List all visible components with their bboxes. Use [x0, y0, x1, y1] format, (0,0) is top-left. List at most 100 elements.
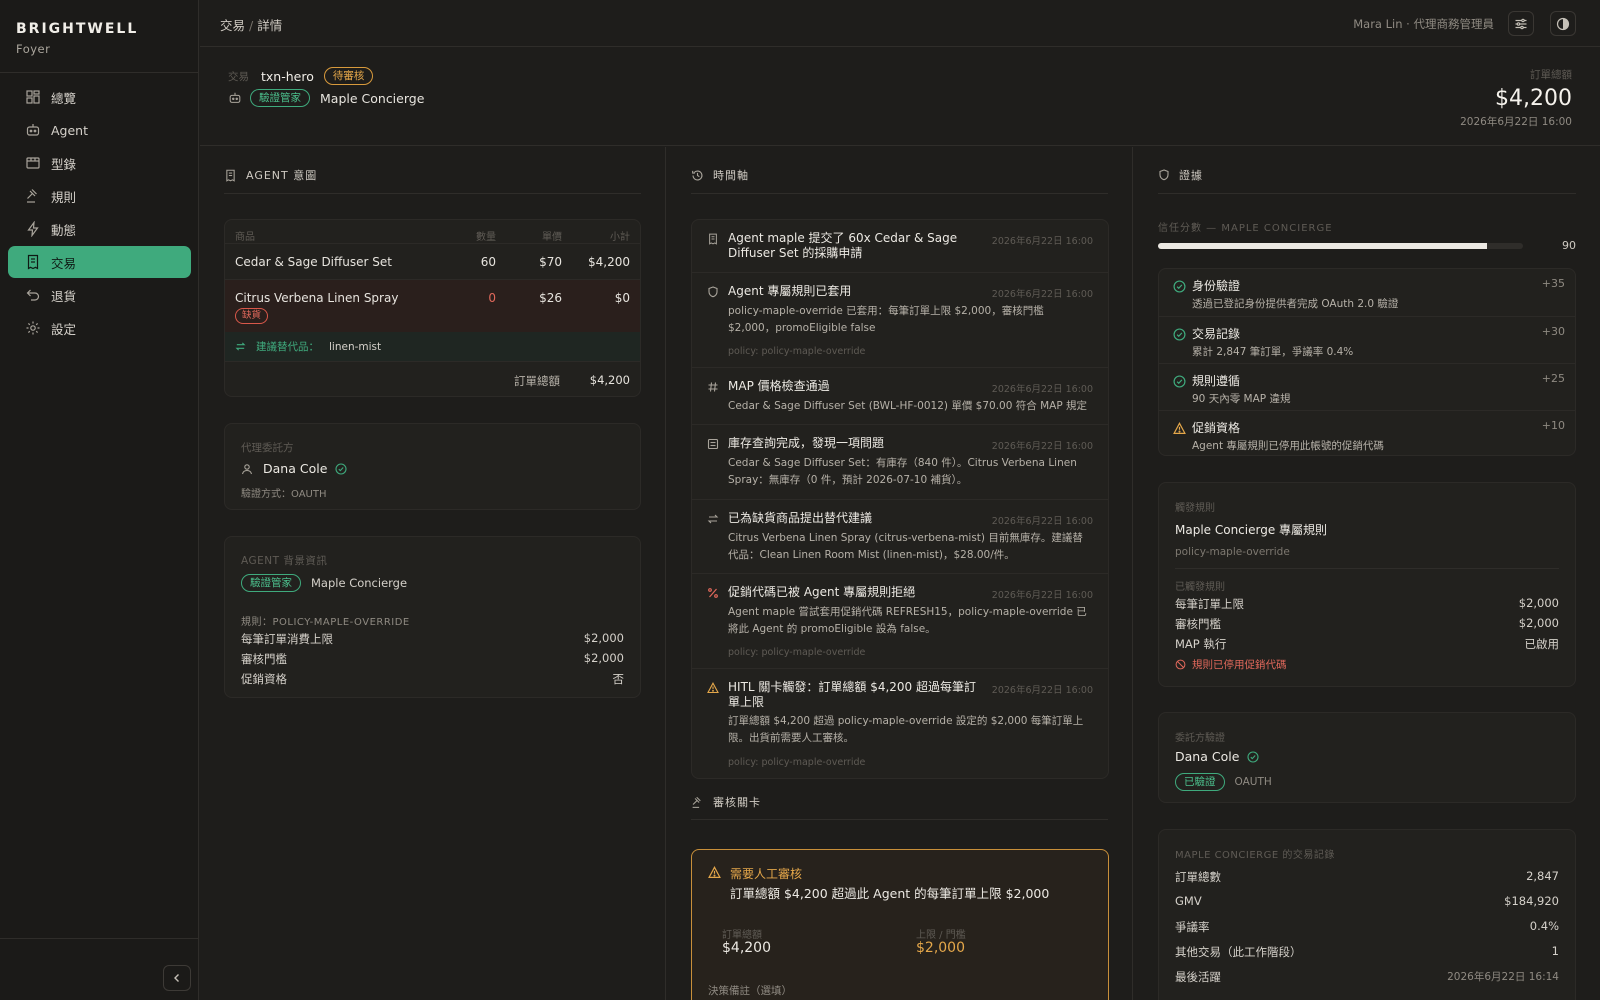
filter-settings-button[interactable] — [1508, 11, 1534, 36]
timeline-item-policy: policy: policy-maple-override — [728, 757, 866, 768]
verified-badge: 已驗證 — [1175, 773, 1225, 791]
order-total-summary: 訂單總額 $4,200 2026年6月22日 16:00 — [1460, 67, 1572, 129]
user-icon — [241, 463, 253, 475]
brand-subtitle: Foyer — [16, 42, 51, 56]
timeline-item[interactable]: 已為缺貨商品提出替代建議 2026年6月22日 16:00 Citrus Ver… — [692, 499, 1108, 573]
timeline-item[interactable]: Agent 專屬規則已套用 2026年6月22日 16:00 policy-ma… — [692, 272, 1108, 367]
history-icon — [691, 169, 713, 182]
trust-factor-points: +30 — [1541, 325, 1565, 338]
timeline-item-description: Cedar & Sage Diffuser Set (BWL-HF-0012) … — [728, 400, 1087, 412]
subtotal: $4,200 — [588, 255, 630, 269]
sidebar-item-catalog[interactable]: 型錄 — [8, 147, 191, 179]
sidebar-item-activity[interactable]: 動態 — [8, 213, 191, 245]
timeline-item[interactable]: HITL 關卡觸發：訂單總額 $4,200 超過每筆訂單上限 2026年6月22… — [692, 668, 1108, 780]
timeline-item-title: HITL 關卡觸發：訂單總額 $4,200 超過每筆訂單上限 — [728, 680, 977, 709]
collapse-sidebar-button[interactable] — [163, 965, 191, 991]
principal-verification-card: 委託方驗證 Dana Cole 已驗證 OAUTH — [1158, 712, 1576, 803]
trust-factor: 交易記錄 累計 2,847 筆訂單，爭議率 0.4% +30 — [1159, 316, 1575, 363]
history-row: 訂單總數 2,847 — [1175, 869, 1559, 885]
timeline-item[interactable]: MAP 價格檢查通過 2026年6月22日 16:00 Cedar & Sage… — [692, 367, 1108, 424]
trust-factor-points: +25 — [1541, 372, 1565, 385]
sidebar-item-settings[interactable]: 設定 — [8, 312, 191, 344]
timeline-item[interactable]: 庫存查詢完成，發現一項問題 2026年6月22日 16:00 Cedar & S… — [692, 424, 1108, 499]
substitute-suggestion[interactable]: 建議替代品： linen-mist — [225, 332, 640, 361]
trust-factor-points: +10 — [1541, 419, 1565, 432]
trust-factor-title: 交易記錄 — [1192, 327, 1241, 341]
breadcrumb-parent[interactable]: 交易 — [220, 18, 245, 33]
evidence-column: 證據 信任分數 — MAPLE CONCIERGE 90 身份驗證 透過已登記身… — [1134, 147, 1600, 1000]
history-row-value: 0.4% — [1529, 919, 1559, 933]
history-row-key: 訂單總數 — [1175, 870, 1221, 884]
agent-context-card: AGENT 背景資訊 驗證管家 Maple Concierge 規則：POLIC… — [224, 536, 641, 698]
robot-icon — [25, 122, 41, 138]
review-total-value: $4,200 — [722, 940, 771, 956]
robot-icon — [228, 91, 242, 105]
sidebar-item-rules[interactable]: 規則 — [8, 180, 191, 212]
status-badge: 待審核 — [323, 67, 374, 85]
rule-row-value: $2,000 — [1518, 596, 1559, 610]
history-row: 爭議率 0.4% — [1175, 919, 1559, 935]
trust-factor-title: 規則遵循 — [1192, 374, 1241, 388]
percent-icon — [707, 587, 719, 599]
sidebar: BRIGHTWELL Foyer 總覽 Agent 型錄 規則 動態 交易 退貨… — [0, 0, 199, 1000]
timeline-item[interactable]: Agent maple 提交了 60x Cedar & Sage Diffuse… — [692, 220, 1108, 272]
rule-row-key: MAP 執行 — [1175, 637, 1227, 651]
return-icon — [25, 287, 41, 303]
trust-factor-points: +35 — [1541, 277, 1565, 290]
policy-row-value: $2,000 — [583, 631, 624, 645]
sidebar-item-label: 動態 — [51, 222, 77, 238]
subtotal: $0 — [614, 291, 630, 305]
policy-row: 審核門檻 $2,000 — [241, 651, 624, 667]
bolt-icon — [25, 221, 41, 237]
timeline-column: 時間軸 Agent maple 提交了 60x Cedar & Sage Dif… — [667, 147, 1133, 1000]
timeline-item-time: 2026年6月22日 16:00 — [991, 685, 1093, 696]
sidebar-item-returns[interactable]: 退貨 — [8, 279, 191, 311]
timeline-item-policy: policy: policy-maple-override — [728, 346, 866, 357]
chevron-left-icon — [172, 973, 182, 983]
receipt-icon — [25, 254, 41, 270]
sidebar-item-overview[interactable]: 總覽 — [8, 81, 191, 113]
trust-factor-description: 透過已登記身份提供者完成 OAuth 2.0 驗證 — [1192, 298, 1399, 310]
policy-row-key: 審核門檻 — [241, 652, 287, 666]
swap-icon — [707, 513, 719, 525]
rules-label: 觸發規則 — [1175, 503, 1215, 514]
table-row[interactable]: Cedar & Sage Diffuser Set 60 $70 $4,200 — [225, 244, 640, 279]
order-total-value: $4,200 — [589, 373, 630, 387]
trust-score-fill — [1158, 243, 1487, 249]
sidebar-item-transactions[interactable]: 交易 — [8, 246, 191, 278]
timeline-item[interactable]: 促銷代碼已被 Agent 專屬規則拒絕 2026年6月22日 16:00 Age… — [692, 573, 1108, 668]
sidebar-nav: 總覽 Agent 型錄 規則 動態 交易 退貨 設定 — [8, 81, 191, 345]
history-row: 最後活躍 2026年6月22日 16:14 — [1175, 969, 1559, 985]
sidebar-item-agent[interactable]: Agent — [8, 114, 191, 146]
promo-disabled-note: 規則已停用促銷代碼 — [1175, 657, 1287, 672]
timeline-item-title: 促銷代碼已被 Agent 專屬規則拒絕 — [728, 585, 916, 599]
table-row-out-of-stock[interactable]: Citrus Verbena Linen Spray 缺貨 0 $26 $0 — [225, 280, 640, 332]
principal-identity: Dana Cole — [241, 461, 347, 476]
out-of-stock-badge: 缺貨 — [235, 308, 269, 324]
sidebar-item-label: 規則 — [51, 189, 77, 205]
timeline-item-policy: policy: policy-maple-override — [728, 647, 866, 658]
theme-toggle-button[interactable] — [1550, 11, 1576, 36]
section-title-text: AGENT 意圖 — [246, 169, 318, 182]
trust-factor-description: Agent 專屬規則已停用此帳號的促銷代碼 — [1192, 440, 1384, 452]
product-name: Citrus Verbena Linen Spray — [235, 291, 399, 305]
timeline-item-description: 訂單總額 $4,200 超過 policy-maple-override 設定的… — [728, 715, 1084, 744]
history-row-key: 最後活躍 — [1175, 970, 1221, 984]
intent-table: 商品 數量 單價 小計 Cedar & Sage Diffuser Set 60… — [224, 219, 641, 397]
agent-name[interactable]: Maple Concierge — [320, 91, 424, 106]
trust-factor-description: 累計 2,847 筆訂單，爭議率 0.4% — [1192, 346, 1354, 358]
timeline-item-title: 已為缺貨商品提出替代建議 — [728, 511, 873, 525]
sidebar-item-label: 退貨 — [51, 288, 77, 304]
principal-verification-label: 委託方驗證 — [1175, 733, 1225, 744]
rules-name[interactable]: Maple Concierge 專屬規則 — [1175, 521, 1327, 538]
rule-row: MAP 執行 已啟用 — [1175, 636, 1559, 652]
principal-auth-method: 驗證方式：OAUTH — [241, 489, 327, 500]
rules-divider — [1175, 568, 1559, 569]
rule-row: 每筆訂單上限 $2,000 — [1175, 596, 1559, 612]
verified-check-icon — [335, 462, 347, 475]
decision-note-label: 決策備註（選填） — [708, 985, 792, 997]
timeline-item-title: Agent 專屬規則已套用 — [728, 284, 852, 298]
rule-row-key: 每筆訂單上限 — [1175, 597, 1244, 611]
section-title: 審核關卡 — [691, 794, 761, 810]
order-total-label: 訂單總額 — [514, 374, 560, 388]
